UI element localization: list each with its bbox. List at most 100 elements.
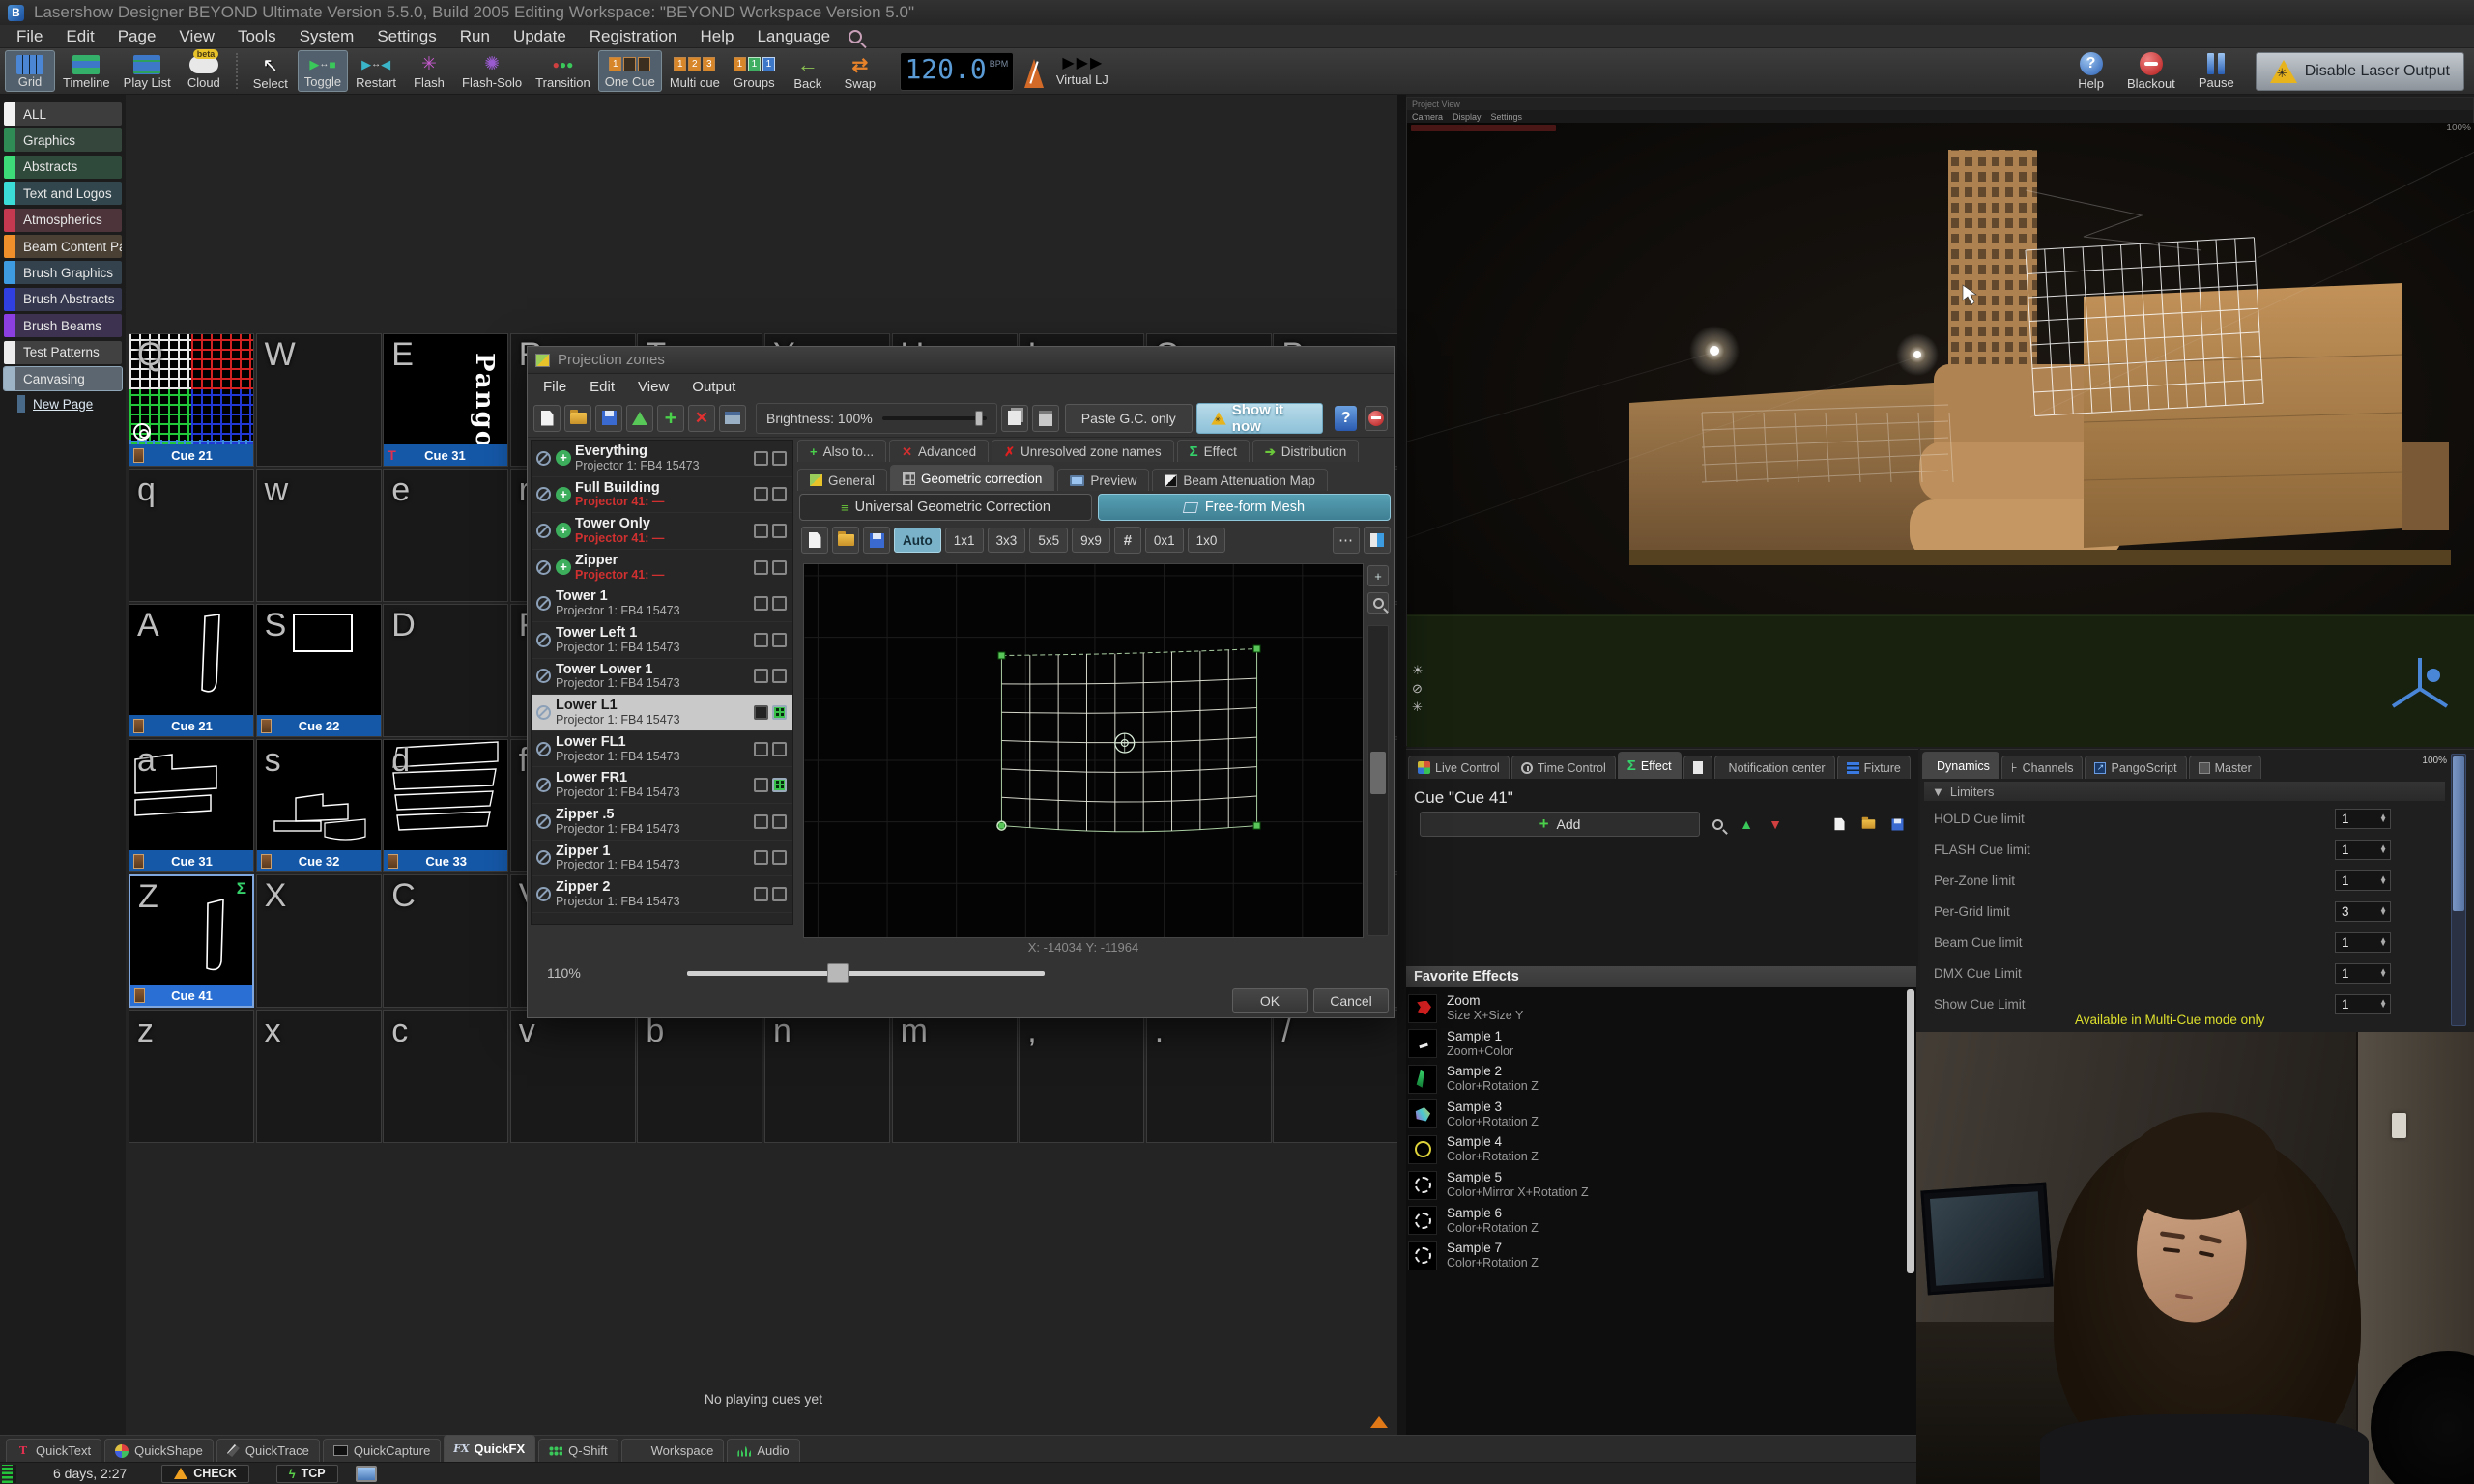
- menu-edit[interactable]: Edit: [55, 26, 104, 47]
- tab-workspace[interactable]: Workspace: [621, 1439, 725, 1462]
- spinner-arrows-icon[interactable]: ▲▼: [2379, 845, 2390, 854]
- save-button[interactable]: [863, 527, 890, 554]
- cue-cell-[interactable]: ,: [1019, 1010, 1144, 1143]
- transition-button[interactable]: ●●●Transition: [530, 50, 596, 92]
- zone-checkbox[interactable]: [754, 705, 768, 720]
- favorite-effect-sample-6[interactable]: Sample 6Color+Rotation Z: [1408, 1204, 1539, 1238]
- tab-quickshape[interactable]: QuickShape: [104, 1439, 214, 1462]
- multi-cue-button[interactable]: 123Multi cue: [664, 50, 726, 92]
- sidebar-item-new-page[interactable]: New Page: [17, 393, 120, 414]
- tab-notification-center[interactable]: Notification center: [1714, 756, 1835, 779]
- split-view-button[interactable]: [1364, 527, 1391, 554]
- sidebar-item-test-patterns[interactable]: Test Patterns: [4, 341, 122, 364]
- check-button[interactable]: CHECK: [161, 1465, 248, 1483]
- menu-tools[interactable]: Tools: [227, 26, 287, 47]
- tab-quicktext[interactable]: TQuickText: [6, 1439, 101, 1462]
- groups-button[interactable]: 111Groups: [728, 50, 781, 92]
- dialog-menu-file[interactable]: File: [533, 379, 576, 395]
- cue-cell-s[interactable]: Cue 32s: [256, 739, 382, 872]
- menu-system[interactable]: System: [289, 26, 365, 47]
- zone-row-zipper-5[interactable]: Zipper .5Projector 1: FB4 15473: [532, 804, 792, 841]
- zone-checkbox[interactable]: [754, 669, 768, 683]
- bpm-display[interactable]: 120.0BPM: [900, 52, 1014, 91]
- limiter-spinner[interactable]: 1▲▼: [2335, 994, 2391, 1014]
- cue-cell-z[interactable]: Cue 41ΣZ: [129, 874, 254, 1008]
- spinner-arrows-icon[interactable]: ▲▼: [2379, 969, 2390, 978]
- tab-geometric-correction[interactable]: Geometric correction: [890, 465, 1054, 491]
- zone-window-button[interactable]: [719, 405, 746, 432]
- tab-quickfx[interactable]: FXQuickFX: [444, 1435, 535, 1462]
- menu-language[interactable]: Language: [746, 26, 841, 47]
- canvas-zoom-slider[interactable]: [687, 971, 1045, 976]
- search-effect-button[interactable]: [1706, 813, 1729, 836]
- tab-live-control[interactable]: Live Control: [1408, 756, 1510, 779]
- limiter-spinner[interactable]: 1▲▼: [2335, 963, 2391, 984]
- zoom-tool-button[interactable]: [1367, 592, 1389, 614]
- cue-cell-c[interactable]: c: [383, 1010, 508, 1143]
- open-folder-button[interactable]: [564, 405, 591, 432]
- zone-checkbox[interactable]: [754, 560, 768, 575]
- cue-cell-b[interactable]: b: [637, 1010, 762, 1143]
- dialog-menu-edit[interactable]: Edit: [580, 379, 624, 395]
- favorites-scrollbar[interactable]: [1907, 989, 1914, 1273]
- tcp-button[interactable]: ϟTCP: [276, 1465, 338, 1483]
- pause-button[interactable]: Pause: [2199, 49, 2234, 93]
- favorite-effect-sample-2[interactable]: Sample 2Color+Rotation Z: [1408, 1062, 1539, 1096]
- cancel-button[interactable]: Cancel: [1313, 988, 1389, 1013]
- zone-mesh-checkbox[interactable]: [772, 560, 787, 575]
- export-button[interactable]: [626, 405, 653, 432]
- zone-row-zipper[interactable]: +ZipperProjector 41: —: [532, 550, 792, 586]
- one-cue-button[interactable]: 1One Cue: [598, 50, 662, 92]
- effects-icon[interactable]: ✳: [1412, 700, 1424, 713]
- cue-cell-v[interactable]: v: [510, 1010, 636, 1143]
- tab-quickcapture[interactable]: QuickCapture: [323, 1439, 441, 1462]
- preview-scene[interactable]: [1407, 123, 2474, 747]
- cue-cell-w[interactable]: W: [256, 333, 382, 467]
- favorite-effect-sample-5[interactable]: Sample 5Color+Mirror X+Rotation Z: [1408, 1168, 1589, 1202]
- save-effect-button[interactable]: [1885, 813, 1909, 836]
- tab-advanced[interactable]: ✕Advanced: [889, 440, 989, 462]
- help-button[interactable]: ?Help: [2078, 49, 2104, 93]
- zone-mesh-checkbox[interactable]: [772, 778, 787, 792]
- zone-row-tower-lower-1[interactable]: Tower Lower 1Projector 1: FB4 15473: [532, 659, 792, 696]
- cue-cell-q[interactable]: q: [129, 469, 254, 602]
- cue-cell-w[interactable]: w: [256, 469, 382, 602]
- tab-general[interactable]: General: [797, 469, 887, 491]
- ok-button[interactable]: OK: [1232, 988, 1308, 1013]
- cloud-button[interactable]: betaCloud: [179, 50, 229, 92]
- subtab-free-form-mesh[interactable]: Free-form Mesh: [1098, 494, 1391, 521]
- mesh-3x3-button[interactable]: 3x3: [988, 528, 1026, 553]
- zone-checkbox[interactable]: [754, 487, 768, 501]
- zone-row-lower-l1[interactable]: Lower L1Projector 1: FB4 15473: [532, 695, 792, 731]
- sidebar-item-brush-graphics[interactable]: Brush Graphics: [4, 261, 122, 284]
- tab-channels[interactable]: ⊦Channels: [2001, 756, 2084, 779]
- open-effect-button[interactable]: [1856, 813, 1880, 836]
- zone-row-zipper-2[interactable]: Zipper 2Projector 1: FB4 15473: [532, 876, 792, 913]
- tab-effect[interactable]: ΣEffect: [1618, 752, 1682, 779]
- mesh-5x5-button[interactable]: 5x5: [1029, 528, 1068, 553]
- tab-dynamics[interactable]: Dynamics: [1922, 752, 1999, 779]
- tab-pangoscript[interactable]: ↗PangoScript: [2085, 756, 2186, 779]
- play-list-button[interactable]: Play List: [118, 50, 177, 92]
- tab-effect[interactable]: ΣEffect: [1177, 440, 1250, 462]
- cue-cell-[interactable]: .: [1146, 1010, 1272, 1143]
- cue-cell-d[interactable]: Cue 33d: [383, 739, 508, 872]
- paste-button[interactable]: [1032, 405, 1059, 432]
- zone-mesh-checkbox[interactable]: [772, 524, 787, 538]
- zone-checkbox[interactable]: [754, 850, 768, 865]
- zone-mesh-checkbox[interactable]: [772, 814, 787, 829]
- spinner-arrows-icon[interactable]: ▲▼: [2379, 938, 2390, 947]
- zone-row-everything[interactable]: +EverythingProjector 1: FB4 15473: [532, 441, 792, 477]
- zone-checkbox[interactable]: [754, 778, 768, 792]
- menu-settings[interactable]: Settings: [366, 26, 446, 47]
- cue-cell-x[interactable]: X: [256, 874, 382, 1008]
- cue-cell-m[interactable]: m: [892, 1010, 1018, 1143]
- blackout-button[interactable]: Blackout: [2127, 49, 2175, 93]
- paste-gc-only-button[interactable]: Paste G.C. only: [1065, 404, 1193, 433]
- zone-checkbox[interactable]: [754, 742, 768, 756]
- tab-distribution[interactable]: ➔Distribution: [1252, 440, 1359, 462]
- help-question-button[interactable]: ?: [1335, 406, 1357, 431]
- limiter-spinner[interactable]: 1▲▼: [2335, 809, 2391, 829]
- zone-checkbox[interactable]: [754, 887, 768, 901]
- zone-mesh-checkbox[interactable]: [772, 669, 787, 683]
